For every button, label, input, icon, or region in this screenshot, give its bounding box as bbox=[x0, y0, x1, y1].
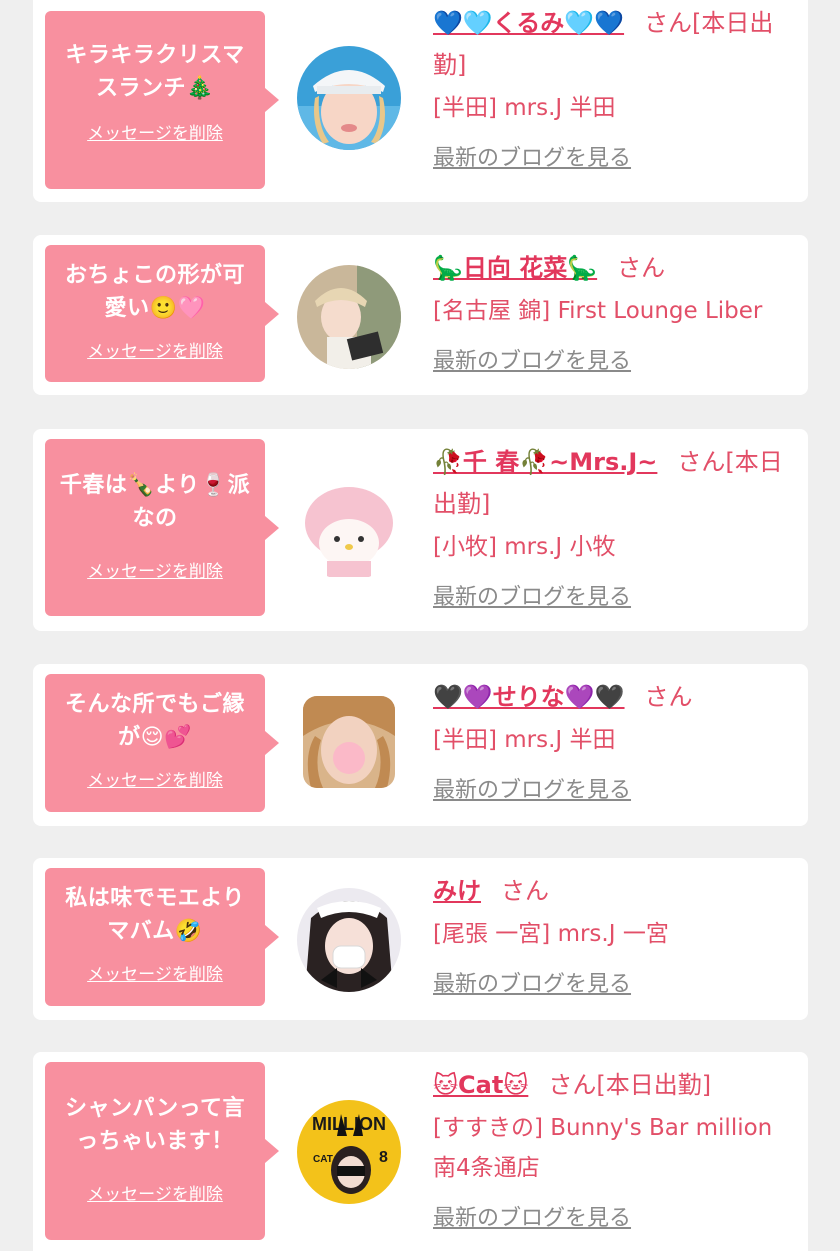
avatar[interactable]: MILLION CAT 8 bbox=[297, 1100, 401, 1204]
avatar-woman-blonde-icon bbox=[303, 696, 395, 788]
latest-blog-link[interactable]: 最新のブログを見る bbox=[433, 579, 796, 611]
message-bubble: キラキラクリスマスランチ🎄 メッセージを削除 bbox=[45, 11, 279, 189]
message-card: 私は味でモエよりマバム🤣 メッセージを削除 みけ さん [尾張 一宮] mrs.J… bbox=[33, 858, 808, 1020]
message-bubble: シャンパンって言っちゃいます！ メッセージを削除 bbox=[45, 1062, 279, 1240]
store-name: [すすきの] Bunny's Bar million 南4条通店 bbox=[433, 1115, 773, 1181]
avatar-plush-toy-icon bbox=[297, 477, 401, 581]
honorific: さん[本日出勤] bbox=[548, 1071, 712, 1099]
latest-blog-link[interactable]: 最新のブログを見る bbox=[433, 1200, 796, 1232]
message-card: 千春は🍾より🍷派なの メッセージを削除 🥀千 春🥀~Mrs.J~ さん[本日出勤]… bbox=[33, 429, 808, 631]
cast-info: みけ さん [尾張 一宮] mrs.J 一宮 最新のブログを見る bbox=[433, 870, 796, 998]
delete-message-link[interactable]: メッセージを削除 bbox=[55, 960, 255, 985]
store-name: [小牧] mrs.J 小牧 bbox=[433, 534, 616, 560]
cast-info: 🥀千 春🥀~Mrs.J~ さん[本日出勤] [小牧] mrs.J 小牧 最新のブロ… bbox=[433, 441, 796, 611]
honorific: さん bbox=[617, 254, 666, 282]
avatar[interactable] bbox=[297, 46, 401, 150]
avatar-woman-maid-icon bbox=[297, 888, 401, 992]
message-card: おちょこの形が可愛い🙂🩷 メッセージを削除 🦕日向 花菜🦕 さん [名古屋 錦] … bbox=[33, 235, 808, 395]
honorific: さん bbox=[501, 877, 549, 905]
avatar-magazine-cover-icon: MILLION CAT 8 bbox=[297, 1100, 401, 1204]
avatar[interactable] bbox=[297, 888, 401, 992]
cast-info: 🖤💜せりな💜🖤 さん [半田] mrs.J 半田 最新のブログを見る bbox=[433, 676, 796, 804]
message-card: そんな所でもご縁が😌💕 メッセージを削除 🖤💜せりな💜🖤 さん [半田] mrs.… bbox=[33, 664, 808, 826]
latest-blog-link[interactable]: 最新のブログを見る bbox=[433, 772, 796, 804]
delete-message-link[interactable]: メッセージを削除 bbox=[55, 1180, 255, 1205]
message-text: 私は味でモエよりマバム🤣 bbox=[65, 886, 245, 944]
message-bubble: そんな所でもご縁が😌💕 メッセージを削除 bbox=[45, 674, 279, 812]
avatar-woman-white-cap-icon bbox=[297, 46, 401, 150]
delete-message-link[interactable]: メッセージを削除 bbox=[55, 119, 255, 144]
store-name: [名古屋 錦] First Lounge Liber bbox=[433, 298, 763, 324]
message-text: シャンパンって言っちゃいます！ bbox=[64, 1096, 245, 1154]
magazine-title: MILLION bbox=[312, 1114, 386, 1134]
delete-message-link[interactable]: メッセージを削除 bbox=[55, 766, 255, 791]
magazine-cat-label: CAT bbox=[313, 1154, 333, 1165]
message-text: そんな所でもご縁が😌💕 bbox=[64, 692, 245, 750]
cast-info: 💙🩵くるみ🩵💙 さん[本日出勤] [半田] mrs.J 半田 最新のブログを見る bbox=[433, 2, 796, 172]
delete-message-link[interactable]: メッセージを削除 bbox=[55, 337, 255, 362]
cast-name-link[interactable]: 🐱Cat🐱 bbox=[433, 1071, 528, 1099]
cast-info: 🐱Cat🐱 さん[本日出勤] [すすきの] Bunny's Bar million… bbox=[433, 1064, 796, 1232]
cast-name-link[interactable]: みけ bbox=[433, 877, 481, 905]
cast-name-link[interactable]: 🖤💜せりな💜🖤 bbox=[433, 683, 625, 711]
message-bubble: 千春は🍾より🍷派なの メッセージを削除 bbox=[45, 439, 279, 616]
cast-name-link[interactable]: 🦕日向 花菜🦕 bbox=[433, 254, 597, 282]
avatar[interactable] bbox=[297, 265, 401, 369]
message-bubble: 私は味でモエよりマバム🤣 メッセージを削除 bbox=[45, 868, 279, 1006]
avatar[interactable] bbox=[297, 477, 401, 581]
store-name: [半田] mrs.J 半田 bbox=[433, 727, 616, 753]
message-card: シャンパンって言っちゃいます！ メッセージを削除 MILLION CAT 8 🐱… bbox=[33, 1052, 808, 1251]
magazine-number: 8 bbox=[379, 1149, 388, 1166]
message-text: キラキラクリスマスランチ🎄 bbox=[65, 43, 245, 101]
message-text: 千春は🍾より🍷派なの bbox=[59, 473, 251, 531]
cast-name-link[interactable]: 🥀千 春🥀~Mrs.J~ bbox=[433, 448, 657, 476]
delete-message-link[interactable]: メッセージを削除 bbox=[55, 557, 255, 582]
store-name: [尾張 一宮] mrs.J 一宮 bbox=[433, 921, 669, 947]
message-card: キラキラクリスマスランチ🎄 メッセージを削除 💙🩵くるみ🩵💙 さん[本日出勤] [… bbox=[33, 0, 808, 202]
latest-blog-link[interactable]: 最新のブログを見る bbox=[433, 343, 796, 375]
cast-name-link[interactable]: 💙🩵くるみ🩵💙 bbox=[433, 9, 624, 37]
message-bubble: おちょこの形が可愛い🙂🩷 メッセージを削除 bbox=[45, 245, 279, 382]
avatar[interactable] bbox=[303, 696, 395, 788]
latest-blog-link[interactable]: 最新のブログを見る bbox=[433, 966, 796, 998]
latest-blog-link[interactable]: 最新のブログを見る bbox=[433, 140, 796, 172]
store-name: [半田] mrs.J 半田 bbox=[433, 95, 616, 121]
message-list: キラキラクリスマスランチ🎄 メッセージを削除 💙🩵くるみ🩵💙 さん[本日出勤] [… bbox=[0, 0, 840, 1251]
honorific: さん bbox=[644, 683, 693, 711]
message-text: おちょこの形が可愛い🙂🩷 bbox=[64, 263, 245, 321]
avatar-woman-beige-cap-icon bbox=[297, 265, 401, 369]
cast-info: 🦕日向 花菜🦕 さん [名古屋 錦] First Lounge Liber 最新の… bbox=[433, 247, 796, 375]
